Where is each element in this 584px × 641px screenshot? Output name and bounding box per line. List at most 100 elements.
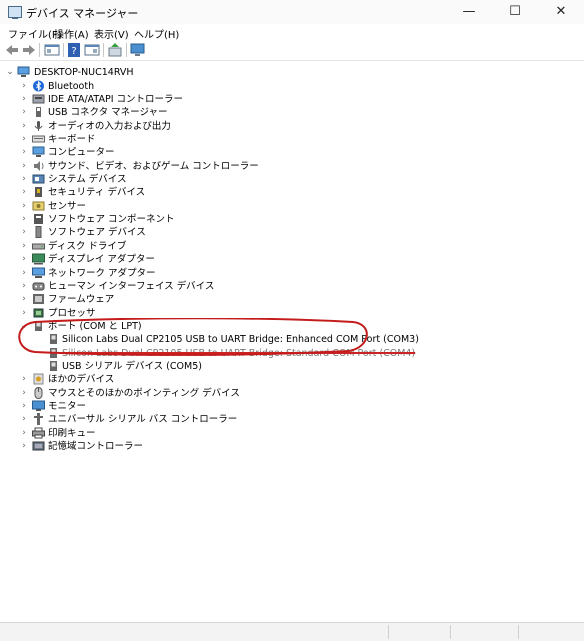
tree-category-label: コンピューター [48,147,115,159]
expand-chevron-icon[interactable]: › [20,293,28,306]
sensor-icon [32,201,45,211]
toolbar: ? [0,40,584,61]
port-icon [50,360,57,371]
expand-chevron-icon[interactable]: › [20,267,28,280]
view-icon[interactable] [84,42,100,58]
help-icon[interactable]: ? [66,42,82,58]
minimize-button[interactable]: — [446,0,492,24]
system-device-icon [32,174,45,184]
status-cell [450,625,517,639]
tree-category-label: ディスク ドライブ [48,240,127,252]
tree-category-label: オーディオの入力および出力 [48,120,171,132]
print-queue-icon [32,427,45,439]
tree-category-label: ソフトウェア コンポーネント [48,214,175,226]
expand-chevron-icon[interactable]: › [20,226,28,239]
storage-controller-icon [32,441,45,451]
title-bar: デバイス マネージャー — ☐ ✕ [0,0,584,24]
forward-icon[interactable] [21,42,37,58]
usb-controller-icon [34,413,43,426]
toolbar-separator [39,43,40,57]
toolbar-separator [63,43,64,57]
tree-category-label: センサー [48,200,87,212]
tree-category-label: サウンド、ビデオ、およびゲーム コントローラー [48,160,259,172]
tree-category-label: セキュリティ デバイス [48,187,146,199]
tree-category-label: 印刷キュー [48,427,96,439]
menu-action[interactable]: 操作(A) [54,26,89,41]
tree-category-label: モニター [48,401,87,412]
expand-chevron-icon[interactable]: › [20,280,28,293]
properties-icon[interactable] [44,42,60,58]
expand-chevron-icon[interactable]: › [20,373,28,386]
expand-chevron-icon[interactable]: › [20,133,28,146]
expand-chevron-icon[interactable]: › [20,186,28,199]
update-driver-icon[interactable] [107,42,123,58]
expand-chevron-icon[interactable]: › [20,160,28,173]
expand-chevron-icon[interactable]: › [20,253,28,266]
toolbar-separator [126,43,127,57]
expand-chevron-icon[interactable]: › [20,213,28,226]
bluetooth-icon [33,80,44,92]
other-device-icon [33,373,44,385]
tree-category-label: ヒューマン インターフェイス デバイス [48,280,215,292]
status-cell [388,625,449,639]
security-device-icon [35,187,42,198]
tree-category-label: ソフトウェア デバイス [48,227,146,239]
status-bar [0,622,584,641]
expand-chevron-icon[interactable]: › [20,427,28,440]
tree-category-label: ファームウェア [48,294,115,306]
computer-icon [17,66,30,77]
expand-chevron-icon[interactable]: › [20,240,28,253]
usb-connector-icon [36,107,41,118]
tree-category-label: ほかのデバイス [48,374,115,386]
tree-category-label: システム デバイス [48,174,127,185]
expand-chevron-icon[interactable]: › [20,106,28,119]
network-adapter-icon [32,267,45,278]
window-title: デバイス マネージャー [26,7,139,20]
expand-chevron-icon[interactable]: › [20,400,28,413]
scan-hardware-icon[interactable] [130,42,146,58]
software-device-icon [35,226,42,239]
menu-view[interactable]: 表示(V) [94,26,129,41]
software-component-icon [34,214,43,225]
expand-chevron-icon[interactable]: › [20,387,28,400]
audio-icon [34,120,43,131]
disk-drive-icon [32,243,45,250]
maximize-button[interactable]: ☐ [492,0,538,24]
red-annotation-ellipse [18,318,368,356]
keyboard-icon [32,135,45,143]
tree-device-label: USB シリアル デバイス (COM5) [62,360,202,372]
mouse-icon [34,386,43,399]
tree-category-label: マウスとそのほかのポインティング デバイス [48,387,240,399]
display-adapter-icon [32,253,45,265]
computer-icon [32,146,45,158]
expand-chevron-icon[interactable]: › [20,413,28,426]
tree-category-label: ディスプレイ アダプター [48,254,155,266]
tree-category-label: キーボード [48,134,96,145]
tree-category-label: 記憶域コントローラー [48,441,144,453]
collapse-chevron-icon[interactable]: ⌄ [6,66,14,79]
menu-help[interactable]: ヘルプ(H) [134,26,179,41]
expand-chevron-icon[interactable]: › [20,200,28,213]
tree-category-label: Bluetooth [48,80,95,92]
toolbar-separator [103,43,104,57]
firmware-icon [33,294,44,305]
expand-chevron-icon[interactable]: › [20,93,28,106]
status-cell [518,625,584,639]
monitor-icon [32,400,45,411]
tree-category-label: USB コネクタ マネージャー [48,107,168,119]
expand-chevron-icon[interactable]: › [20,440,28,453]
svg-text:?: ? [71,46,76,57]
expand-chevron-icon[interactable]: › [20,80,28,93]
processor-icon [33,308,44,317]
expand-chevron-icon[interactable]: › [20,173,28,186]
ide-controller-icon [32,94,45,104]
expand-chevron-icon[interactable]: › [20,120,28,133]
back-icon[interactable] [4,42,20,58]
tree-root-label: DESKTOP-NUC14RVH [34,67,134,78]
expand-chevron-icon[interactable]: › [20,146,28,159]
menu-bar: ファイル(F) 操作(A) 表示(V) ヘルプ(H) [0,24,584,41]
close-button[interactable]: ✕ [538,0,584,24]
tree-category-label: ユニバーサル シリアル バス コントローラー [48,414,238,426]
hid-icon [32,282,45,291]
tree-category-label: ネットワーク アダプター [48,267,156,279]
